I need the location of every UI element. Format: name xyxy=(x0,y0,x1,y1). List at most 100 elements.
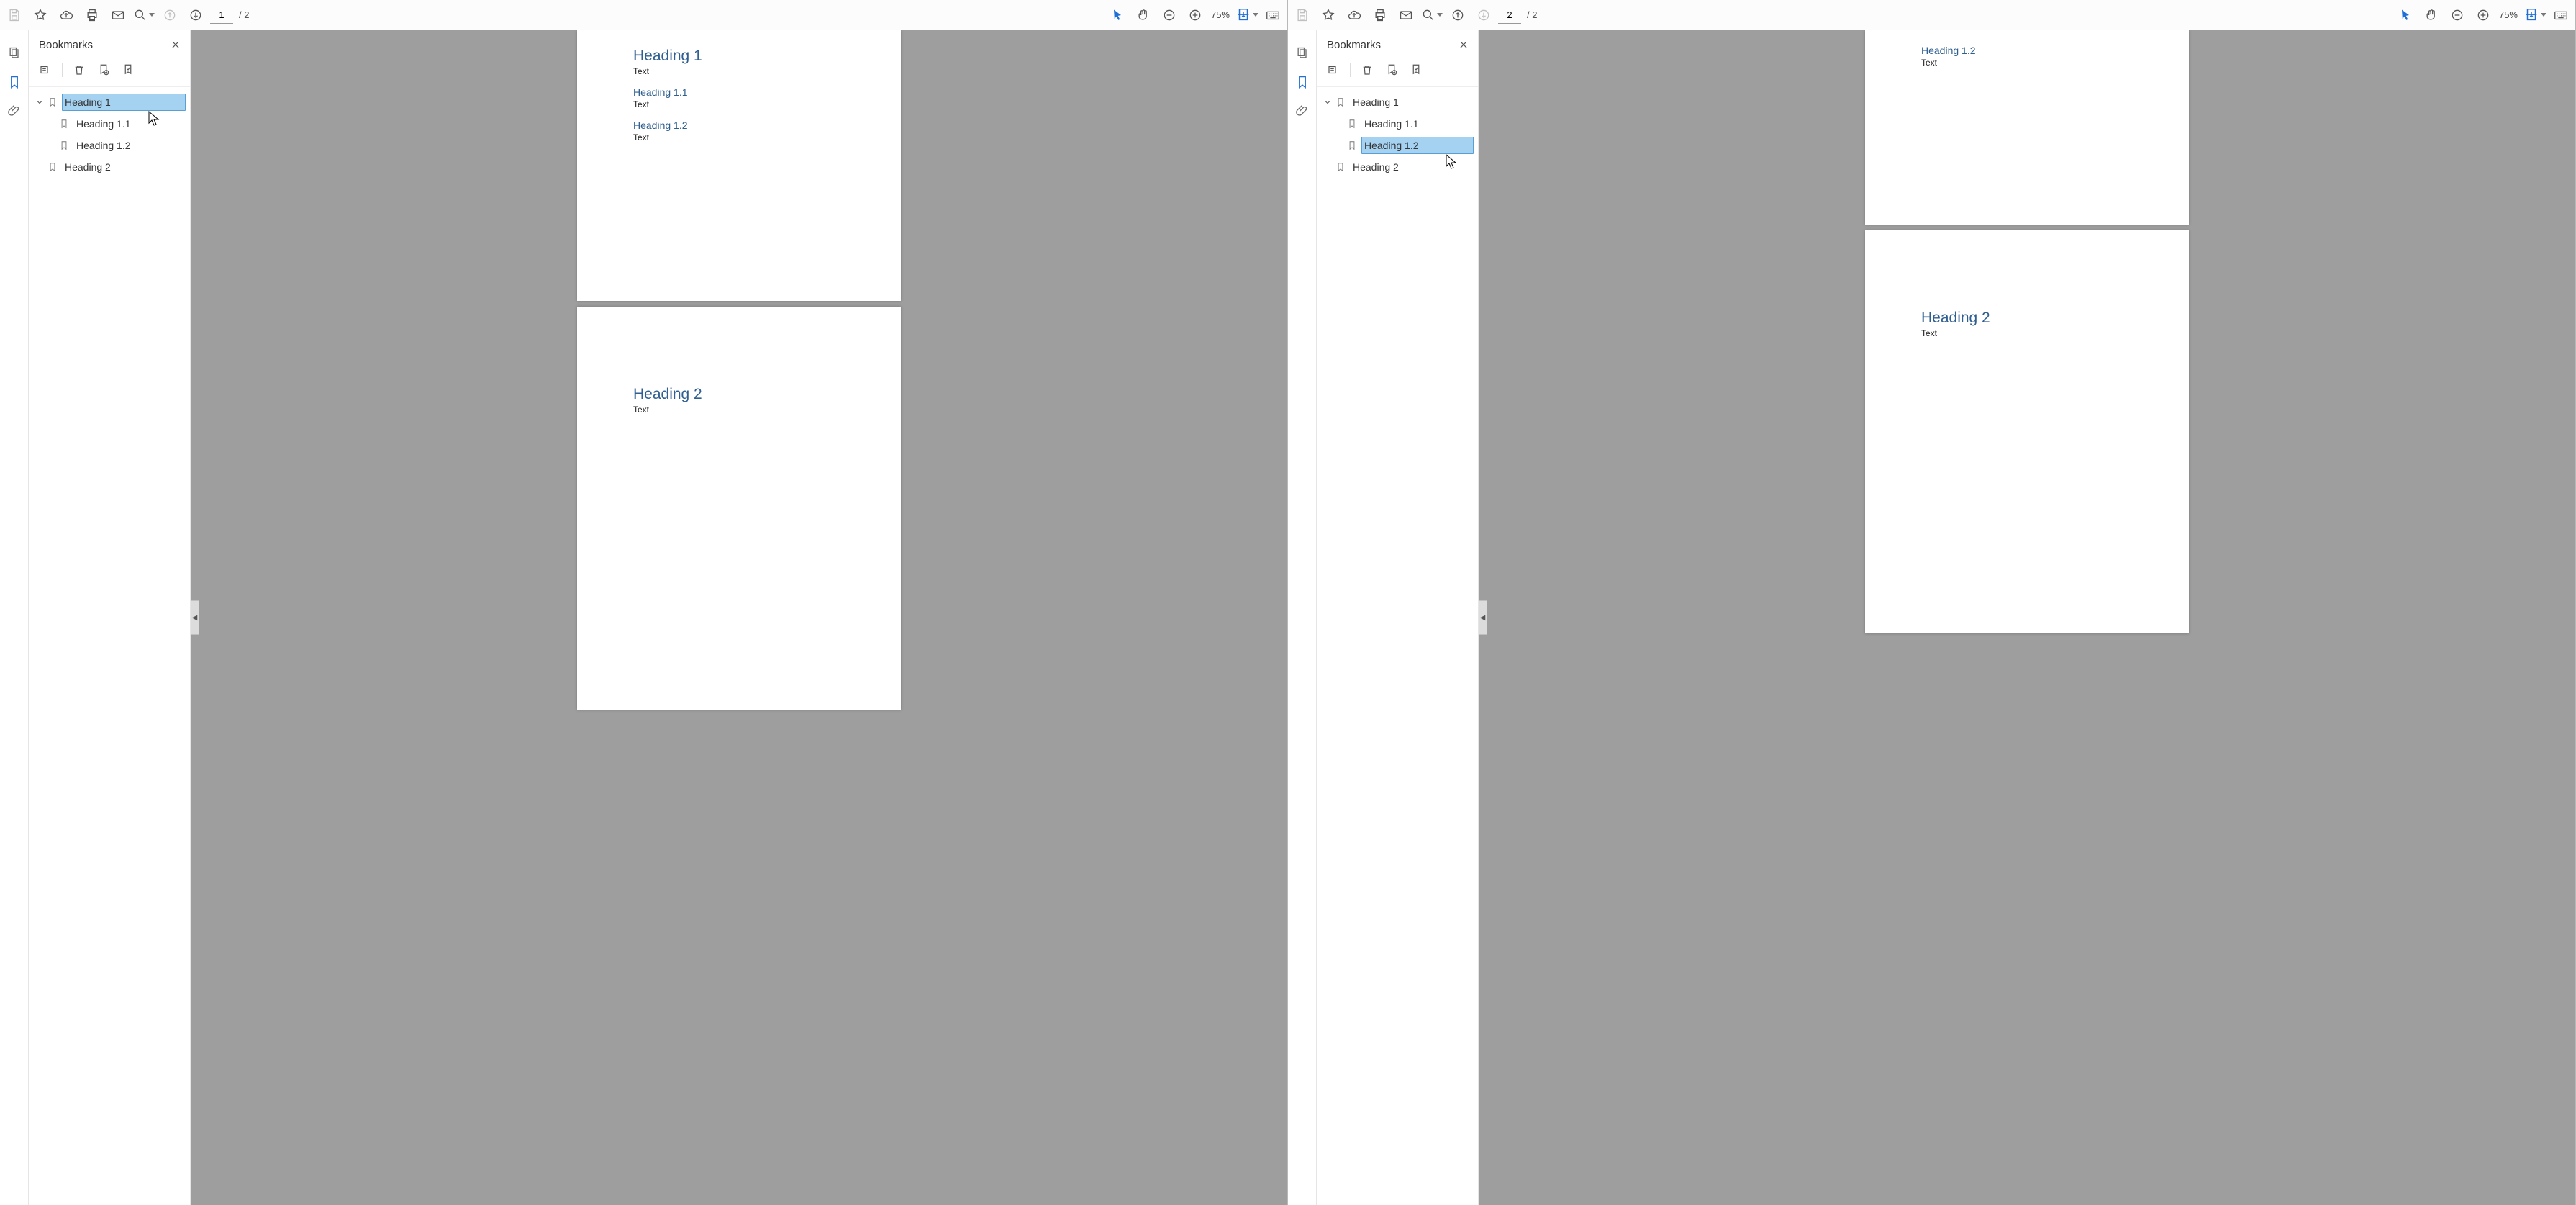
star-button[interactable] xyxy=(29,4,52,27)
prev-page-button[interactable] xyxy=(1446,4,1469,27)
doc-heading-2: Heading 1.2 xyxy=(633,119,845,131)
mail-button[interactable] xyxy=(1394,4,1418,27)
nav-strip xyxy=(0,30,29,1205)
star-button[interactable] xyxy=(1317,4,1340,27)
bookmarks-nav-button[interactable] xyxy=(1292,72,1312,92)
collapse-panel-handle[interactable]: ◀ xyxy=(191,600,199,635)
bookmark-icon xyxy=(1334,96,1347,109)
print-button[interactable] xyxy=(1369,4,1392,27)
add-bookmark-button[interactable] xyxy=(1382,60,1401,79)
delete-bookmark-button[interactable] xyxy=(1358,60,1377,79)
pdf-page: Heading 1.2 Text xyxy=(1865,30,2189,225)
doc-body-text: Text xyxy=(633,66,845,76)
cloud-upload-button[interactable] xyxy=(55,4,78,27)
keyboard-button[interactable] xyxy=(2549,4,2572,27)
zoom-in-button[interactable] xyxy=(2472,4,2495,27)
zoom-out-button[interactable] xyxy=(1158,4,1181,27)
print-button[interactable] xyxy=(81,4,104,27)
bookmark-item[interactable]: Heading 1.2 xyxy=(29,135,190,156)
expand-toggle-icon xyxy=(1321,161,1334,173)
zoom-select[interactable]: 75% xyxy=(1210,8,1233,22)
fit-mode-button[interactable] xyxy=(2523,4,2546,27)
bookmark-icon xyxy=(1334,161,1347,173)
highlight-bookmark-button[interactable] xyxy=(1407,60,1425,79)
highlight-bookmark-button[interactable] xyxy=(119,60,137,79)
thumbnails-nav-button[interactable] xyxy=(4,43,24,63)
hand-tool-button[interactable] xyxy=(1132,4,1155,27)
expand-toggle-icon xyxy=(45,117,58,130)
attachments-nav-button[interactable] xyxy=(1292,101,1312,121)
doc-body-text: Text xyxy=(1921,58,2133,68)
bookmark-label: Heading 1 xyxy=(1350,94,1474,111)
doc-body-text: Text xyxy=(633,132,845,143)
next-page-button[interactable] xyxy=(1472,4,1495,27)
close-panel-button[interactable] xyxy=(1456,37,1471,52)
pdf-page: Heading 2Text xyxy=(577,307,901,710)
zoom-value: 75% xyxy=(2499,9,2518,20)
fit-mode-button[interactable] xyxy=(1235,4,1258,27)
doc-body-text: Text xyxy=(1921,328,2133,338)
cloud-upload-button[interactable] xyxy=(1343,4,1366,27)
bookmark-options-button[interactable] xyxy=(1324,60,1343,79)
next-page-button[interactable] xyxy=(184,4,207,27)
bookmark-options-button[interactable] xyxy=(36,60,55,79)
toolbar: / 2 75% xyxy=(1288,0,2575,30)
doc-heading-2: Heading 1.1 xyxy=(633,86,845,98)
page-total-label: / 2 xyxy=(1524,9,1540,20)
bookmarks-panel-toolbar xyxy=(29,58,190,87)
select-tool-button[interactable] xyxy=(2394,4,2417,27)
save-button[interactable] xyxy=(3,4,26,27)
doc-heading-2: Heading 1.2 xyxy=(1921,45,2133,56)
hand-tool-button[interactable] xyxy=(2420,4,2443,27)
keyboard-button[interactable] xyxy=(1261,4,1284,27)
zoom-in-button[interactable] xyxy=(1184,4,1207,27)
bookmarks-tree: Heading 1Heading 1.1 Heading 1.2 Heading 2 xyxy=(29,87,190,1205)
expand-toggle-icon xyxy=(33,161,46,173)
expand-toggle-icon[interactable] xyxy=(1321,96,1334,109)
bookmarks-nav-button[interactable] xyxy=(4,72,24,92)
bookmark-label: Heading 1.2 xyxy=(73,137,186,154)
bookmark-item[interactable]: Heading 1 xyxy=(1317,91,1478,113)
close-panel-button[interactable] xyxy=(168,37,183,52)
expand-toggle-icon xyxy=(1333,139,1346,152)
doc-heading-1: Heading 1 xyxy=(633,48,845,65)
page-number-input[interactable] xyxy=(210,6,233,24)
pdf-page: Heading 1TextHeading 1.1TextHeading 1.2T… xyxy=(577,30,901,301)
bookmark-item[interactable]: Heading 1.1 xyxy=(1317,113,1478,135)
bookmark-icon xyxy=(46,161,59,173)
bookmark-item[interactable]: Heading 2 xyxy=(1317,156,1478,178)
expand-toggle-icon[interactable] xyxy=(33,96,46,109)
zoom-out-button[interactable] xyxy=(2446,4,2469,27)
bookmark-item[interactable]: Heading 2 xyxy=(29,156,190,178)
toolbar: / 2 75% xyxy=(0,0,1287,30)
page-total-label: / 2 xyxy=(236,9,252,20)
doc-heading-1: Heading 2 xyxy=(1921,310,2133,327)
expand-toggle-icon xyxy=(1333,117,1346,130)
bookmark-icon xyxy=(58,139,71,152)
prev-page-button[interactable] xyxy=(158,4,181,27)
document-viewport[interactable]: ◀ Heading 1.2TextHeading 2Text xyxy=(1479,30,2575,1205)
bookmark-label: Heading 2 xyxy=(62,158,186,176)
bookmark-item[interactable]: Heading 1.1 xyxy=(29,113,190,135)
collapse-panel-handle[interactable]: ◀ xyxy=(1479,600,1487,635)
page-number-input[interactable] xyxy=(1498,6,1521,24)
zoom-select[interactable]: 75% xyxy=(2498,8,2521,22)
nav-strip xyxy=(1288,30,1317,1205)
delete-bookmark-button[interactable] xyxy=(70,60,89,79)
mail-button[interactable] xyxy=(106,4,130,27)
attachments-nav-button[interactable] xyxy=(4,101,24,121)
bookmark-item[interactable]: Heading 1 xyxy=(29,91,190,113)
bookmarks-tree: Heading 1 Heading 1.1Heading 1.2 Heading 2 xyxy=(1317,87,1478,1205)
thumbnails-nav-button[interactable] xyxy=(1292,43,1312,63)
save-button[interactable] xyxy=(1291,4,1314,27)
document-viewport[interactable]: ◀ Heading 1TextHeading 1.1TextHeading 1.… xyxy=(191,30,1287,1205)
search-button[interactable] xyxy=(132,4,155,27)
bookmarks-panel: Bookmarks Heading 1Heading 1.1Heading 1.… xyxy=(29,30,191,1205)
bookmark-label: Heading 2 xyxy=(1350,158,1474,176)
bookmarks-panel-toolbar xyxy=(1317,58,1478,87)
bookmark-item[interactable]: Heading 1.2 xyxy=(1317,135,1478,156)
select-tool-button[interactable] xyxy=(1106,4,1129,27)
bookmark-icon xyxy=(46,96,59,109)
add-bookmark-button[interactable] xyxy=(94,60,113,79)
search-button[interactable] xyxy=(1420,4,1443,27)
